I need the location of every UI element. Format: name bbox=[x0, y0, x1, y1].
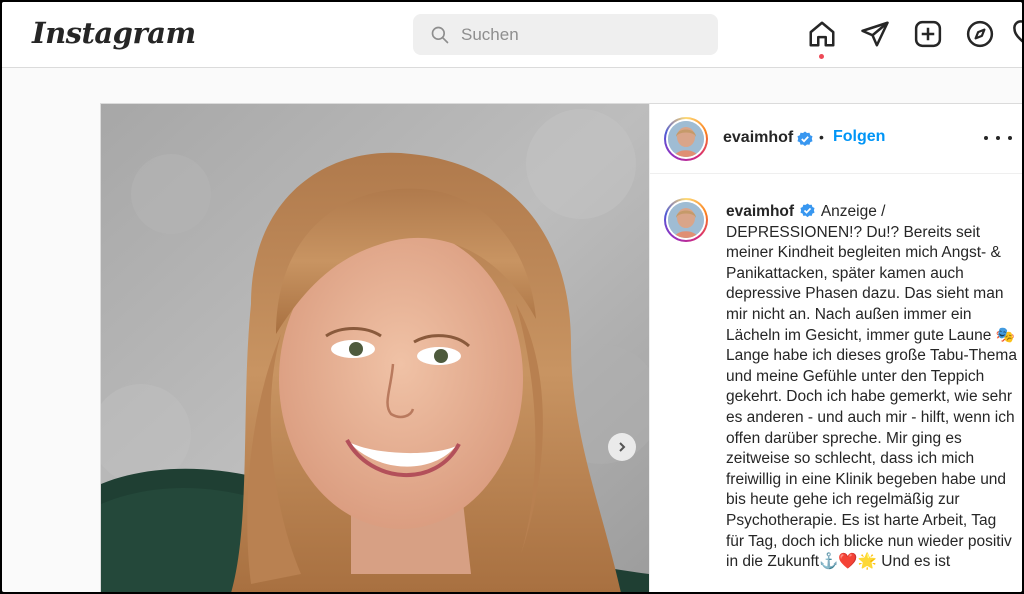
verified-badge-icon bbox=[800, 203, 815, 218]
avatar-image bbox=[668, 121, 704, 157]
more-options-icon bbox=[984, 136, 988, 140]
post-caption: evaimhof Anzeige / DEPRESSIONEN!? Du!? B… bbox=[726, 202, 1018, 573]
instagram-logo[interactable]: Instagram bbox=[32, 16, 196, 50]
post-username[interactable]: evaimhof bbox=[723, 129, 793, 147]
explore-icon[interactable] bbox=[965, 19, 995, 49]
post-header: evaimhof • Folgen bbox=[650, 104, 1022, 174]
home-icon[interactable] bbox=[807, 19, 837, 49]
caption-text: Anzeige / DEPRESSIONEN!? Du!? Bereits se… bbox=[726, 203, 1017, 571]
caption-avatar[interactable] bbox=[664, 198, 708, 242]
chevron-right-icon bbox=[619, 442, 626, 452]
new-post-icon[interactable] bbox=[913, 19, 943, 49]
more-options-button[interactable] bbox=[984, 126, 1012, 150]
notification-dot bbox=[819, 54, 824, 59]
direct-message-icon[interactable] bbox=[860, 19, 890, 49]
activity-icon[interactable] bbox=[1012, 19, 1022, 49]
post-card: evaimhof • Folgen evaimhof Anzeige / DEP… bbox=[100, 103, 1022, 592]
search-icon bbox=[431, 26, 449, 44]
browser-viewport: Instagram Suchen evaimhof • Folgen evaim… bbox=[2, 2, 1022, 592]
post-sidebar: evaimhof • Folgen evaimhof Anzeige / DEP… bbox=[649, 104, 1022, 592]
verified-badge-icon bbox=[797, 131, 813, 146]
avatar-image bbox=[668, 202, 704, 238]
search-input[interactable] bbox=[461, 14, 701, 55]
next-image-button[interactable] bbox=[608, 433, 636, 461]
search-box[interactable] bbox=[413, 14, 718, 55]
follow-button[interactable]: Folgen bbox=[833, 128, 885, 146]
top-navigation-bar: Instagram bbox=[2, 2, 1022, 68]
avatar[interactable] bbox=[664, 117, 708, 161]
post-image[interactable] bbox=[101, 104, 649, 592]
separator-dot: • bbox=[819, 129, 824, 145]
caption-username[interactable]: evaimhof bbox=[726, 203, 794, 220]
portrait-photo bbox=[101, 104, 649, 592]
